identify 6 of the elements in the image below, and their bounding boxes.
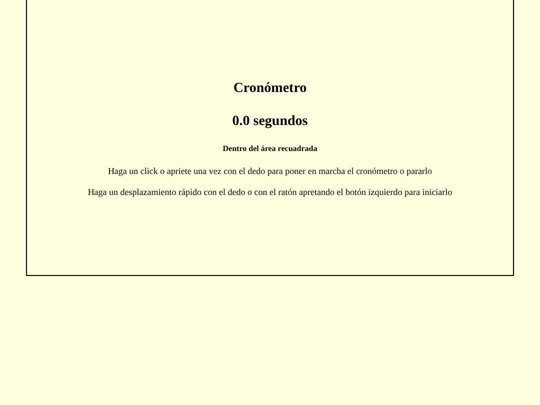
- stopwatch-area[interactable]: [26, 0, 514, 276]
- instruction-text: Haga un desplazamiento rápido con el dedo o con el ratón apretando el botón izquierdo para iniciarlo: [88, 186, 452, 199]
- elapsed-time: 0.0 segundos: [232, 112, 308, 130]
- page-title: Cronómetro: [233, 80, 307, 98]
- instruction-text: Haga un click o apriete una vez con el dedo para poner en marcha el cronómetro o pararlo: [108, 164, 432, 178]
- subtitle: Dentro del área recuadrada: [222, 142, 318, 154]
